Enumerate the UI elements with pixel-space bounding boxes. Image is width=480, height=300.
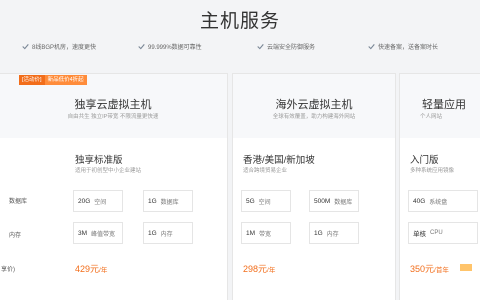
plan-description: 适用于初创型中小企业建站 — [75, 168, 142, 174]
promo-badge: [活动价] 新品低价4折起 — [19, 75, 87, 85]
card-header: 轻量应用 个人网站 — [400, 74, 480, 138]
card-subtitle: 全球有效覆盖，助力构建海外网站 — [272, 114, 356, 120]
plan-price[interactable]: 298元/年 — [243, 262, 275, 275]
spec-value: 5G — [246, 197, 255, 205]
spec-cpu: 单核 CPU — [408, 222, 478, 244]
spec-label: 系统盘 — [429, 199, 448, 206]
left-plan-mem-label: 内存 — [9, 233, 22, 239]
spec-value: 500M — [314, 197, 331, 205]
spec-bandwidth: 1M 带宽 — [241, 222, 291, 244]
card-title: 轻量应用 — [422, 99, 466, 111]
spec-label: 内存 — [326, 231, 339, 238]
spec-database: 500M 数据库 — [309, 190, 359, 212]
plan-name: 香港/美国/新加坡 — [243, 155, 315, 166]
check-icon — [257, 44, 264, 50]
plan-price[interactable]: 429元/年 — [75, 262, 107, 275]
discount-badge — [460, 264, 472, 271]
card-lightweight-app-server[interactable]: 轻量应用 个人网站 入门版 多种系统应用镜像 40G 系统盘 单核 CPU 35… — [399, 73, 480, 300]
spec-bandwidth: 3M 峰值带宽 — [73, 222, 123, 244]
spec-value: 20G — [78, 197, 91, 205]
spec-label: 带宽 — [259, 231, 272, 238]
spec-label: 内存 — [160, 231, 173, 238]
card-title: 独享云虚拟主机 — [74, 99, 152, 111]
spec-value: 1G — [148, 197, 157, 205]
price-unit: /年 — [267, 267, 276, 274]
card-header: [活动价] 新品低价4折起 独享云虚拟主机 自由共生 独立IP带宽 不限流量更快… — [0, 74, 227, 138]
spec-system-disk: 40G 系统盘 — [408, 190, 478, 212]
card-subtitle: 个人网站 — [420, 114, 443, 120]
spec-storage: 20G 空间 — [73, 190, 123, 212]
check-icon — [368, 44, 375, 50]
plan-name: 入门版 — [410, 155, 439, 166]
price-unit: /年 — [99, 267, 108, 274]
spec-value: 单核 — [413, 231, 426, 238]
spec-label: 空间 — [94, 199, 107, 206]
plan-price[interactable]: 350元/首年 — [410, 262, 449, 275]
card-dedicated-virtual-host[interactable]: [活动价] 新品低价4折起 独享云虚拟主机 自由共生 独立IP带宽 不限流量更快… — [0, 73, 228, 300]
spec-label: 峰值带宽 — [91, 231, 116, 238]
promo-tag: [活动价] — [19, 75, 45, 85]
page-title: 主机服务 — [199, 11, 280, 32]
left-plan-price-fragment: 享价) — [1, 267, 15, 273]
spec-memory: 1G 内存 — [143, 222, 193, 244]
spec-memory: 1G 内存 — [309, 222, 359, 244]
card-subtitle: 自由共生 独立IP带宽 不限流量更快速 — [67, 114, 159, 120]
feature-label: 99.999%数据可靠性 — [148, 45, 202, 51]
spec-value: 40G — [413, 197, 426, 205]
price-value: 429元 — [75, 264, 100, 274]
price-value: 298元 — [243, 264, 268, 274]
feature-label: 云端安全防御服务 — [267, 45, 316, 51]
spec-storage: 5G 空间 — [241, 190, 291, 212]
card-header: 海外云虚拟主机 全球有效覆盖，助力构建海外网站 — [233, 74, 395, 138]
card-overseas-virtual-host[interactable]: 海外云虚拟主机 全球有效覆盖，助力构建海外网站 香港/美国/新加坡 适合跨境贸易… — [232, 73, 396, 300]
price-unit: /首年 — [434, 267, 449, 274]
spec-label: 数据库 — [334, 199, 353, 206]
spec-label: CPU — [430, 230, 443, 236]
spec-value: 1G — [314, 229, 323, 237]
feature-item: 快速备案，送备案时长 — [368, 42, 438, 51]
feature-label: 快速备案，送备案时长 — [378, 45, 439, 51]
spec-value: 3M — [78, 229, 88, 237]
spec-database: 1G 数据库 — [143, 190, 193, 212]
card-title: 海外云虚拟主机 — [275, 99, 353, 111]
plan-description: 适合跨境贸易企业 — [243, 168, 288, 174]
feature-label: 8线BGP机房，速度更快 — [32, 45, 97, 51]
feature-item: 8线BGP机房，速度更快 — [22, 42, 96, 51]
feature-item: 99.999%数据可靠性 — [138, 42, 202, 51]
spec-value: 1M — [246, 229, 256, 237]
spec-label: 数据库 — [160, 199, 179, 206]
plan-name: 独享标准版 — [75, 155, 123, 166]
left-plan-db-label: 数据库 — [9, 199, 28, 205]
feature-row: 8线BGP机房，速度更快 99.999%数据可靠性 云端安全防御服务 快速备案，… — [0, 42, 480, 56]
check-icon — [22, 44, 29, 50]
plan-description: 多种系统应用镜像 — [410, 168, 455, 174]
feature-item: 云端安全防御服务 — [257, 42, 315, 51]
promo-text: 新品低价4折起 — [44, 75, 87, 85]
spec-value: 1G — [148, 229, 157, 237]
spec-label: 空间 — [258, 199, 271, 206]
price-value: 350元 — [410, 264, 435, 274]
check-icon — [138, 44, 145, 50]
